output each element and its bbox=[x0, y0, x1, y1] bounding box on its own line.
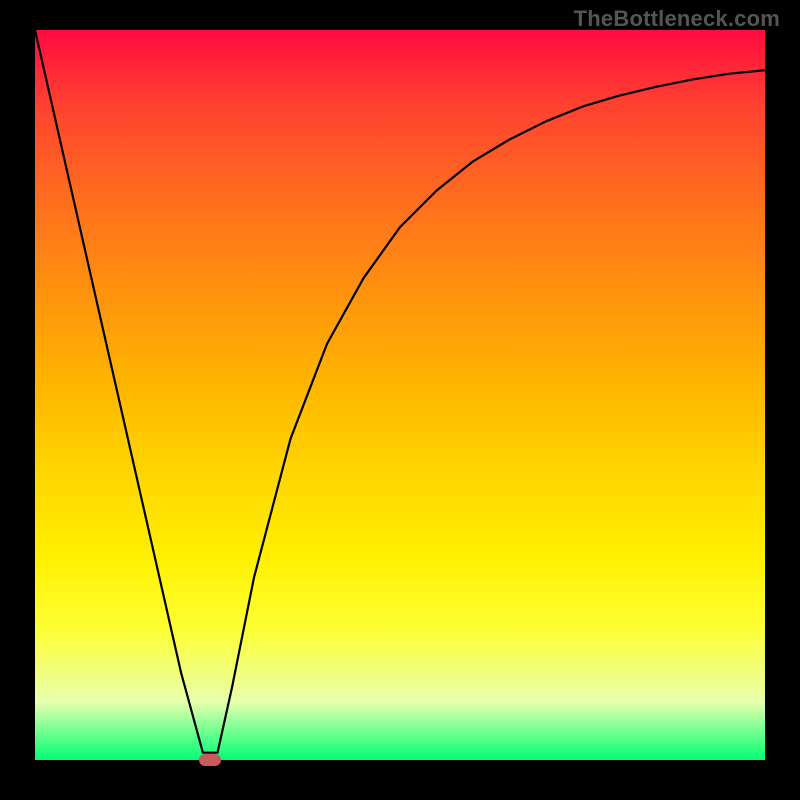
watermark-text: TheBottleneck.com bbox=[574, 6, 780, 32]
chart-frame: TheBottleneck.com bbox=[0, 0, 800, 800]
optimum-marker bbox=[199, 754, 221, 766]
plot-area bbox=[35, 30, 765, 760]
bottleneck-curve bbox=[35, 30, 765, 760]
